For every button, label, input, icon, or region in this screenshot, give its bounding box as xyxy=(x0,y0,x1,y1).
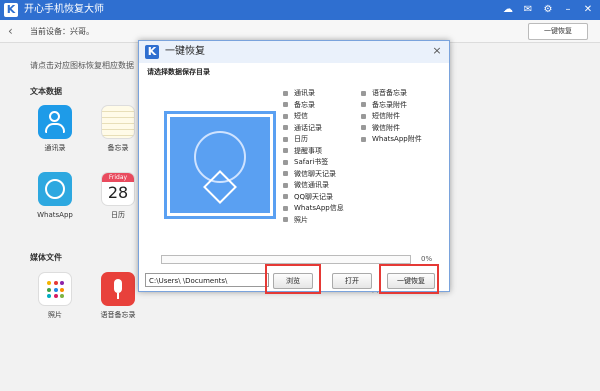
photos-icon xyxy=(38,272,72,306)
highlight-browse xyxy=(265,264,321,294)
minimize-icon[interactable]: – xyxy=(562,4,574,16)
chat-icon[interactable]: ✉ xyxy=(522,4,534,16)
datatype-item: Safari书签 xyxy=(283,157,344,169)
whatsapp-icon xyxy=(38,172,72,206)
datatype-item: 备忘录附件 xyxy=(361,100,422,112)
calendar-day: 28 xyxy=(107,183,129,202)
app-logo: K xyxy=(4,3,18,17)
dialog-header: K 一键恢复 × xyxy=(139,41,449,63)
wechat-icon[interactable]: ☁ xyxy=(502,4,514,16)
datatype-item: 通讯录 xyxy=(283,88,344,100)
voice-memo-icon xyxy=(101,272,135,306)
one-key-restore-button[interactable]: 一键恢复 xyxy=(528,23,588,40)
datatype-item: 语音备忘录 xyxy=(361,88,422,100)
app-label: 照片 xyxy=(48,311,62,319)
current-device-label: 当前设备：兴哥。 xyxy=(30,27,94,36)
one-key-restore-dialog: K 一键恢复 × 请选择数据保存目录 通讯录 备忘录 短信 通话记录 日历 提醒… xyxy=(138,40,450,294)
restore-progress-bar xyxy=(161,255,411,264)
datatype-item: 微信通讯录 xyxy=(283,180,344,192)
app-label: 语音备忘录 xyxy=(100,311,136,319)
calendar-weekday: Friday xyxy=(102,173,134,182)
app-whatsapp[interactable]: WhatsApp xyxy=(25,172,85,220)
dialog-logo: K xyxy=(145,45,159,59)
datatype-item: 短信附件 xyxy=(361,111,422,123)
contacts-icon xyxy=(38,105,72,139)
datatype-item: 通话记录 xyxy=(283,123,344,135)
datatype-item: 微信聊天记录 xyxy=(283,169,344,181)
datatype-list-right: 语音备忘录 备忘录附件 短信附件 微信附件 WhatsApp附件 xyxy=(361,88,422,146)
datatype-item: 照片 xyxy=(283,215,344,227)
section-title-text-data: 文本数据 xyxy=(30,87,62,96)
progress-percent: 0% xyxy=(421,255,433,263)
notes-icon xyxy=(101,105,135,139)
datatype-list-left: 通讯录 备忘录 短信 通话记录 日历 提醒事项 Safari书签 微信聊天记录 … xyxy=(283,88,344,226)
close-icon[interactable]: × xyxy=(431,45,443,57)
dialog-title: 一键恢复 xyxy=(165,46,205,57)
app-label: 通讯录 xyxy=(44,144,66,152)
datatype-item: 短信 xyxy=(283,111,344,123)
settings-icon[interactable]: ⚙ xyxy=(542,4,554,16)
highlight-restore xyxy=(379,264,439,294)
section-title-media-files: 媒体文件 xyxy=(30,253,62,262)
open-button[interactable]: 打开 xyxy=(332,273,372,289)
datatype-item: 提醒事项 xyxy=(283,146,344,158)
app-label: WhatsApp xyxy=(37,211,73,219)
save-path-input[interactable]: C:\Users\ \Documents\ xyxy=(145,273,269,287)
app-photos[interactable]: 照片 xyxy=(25,272,85,320)
datatype-item: 微信附件 xyxy=(361,123,422,135)
title-bar: K 开心手机恢复大师 ☁ ✉ ⚙ – ✕ xyxy=(0,0,600,20)
instruction-hint: 请点击对应图标恢复相应数据 xyxy=(30,61,134,70)
datatype-item: 备忘录 xyxy=(283,100,344,112)
close-icon[interactable]: ✕ xyxy=(582,4,594,16)
datatype-item: WhatsApp信息 xyxy=(283,203,344,215)
app-title: 开心手机恢复大师 xyxy=(24,4,104,15)
dialog-subtitle: 请选择数据保存目录 xyxy=(147,68,210,76)
restore-illustration xyxy=(164,111,276,219)
datatype-item: 日历 xyxy=(283,134,344,146)
calendar-icon: Friday 28 xyxy=(101,172,135,206)
app-contacts[interactable]: 通讯录 xyxy=(25,105,85,153)
datatype-item: WhatsApp附件 xyxy=(361,134,422,146)
datatype-item: QQ聊天记录 xyxy=(283,192,344,204)
back-icon[interactable]: ‹ xyxy=(8,24,18,38)
